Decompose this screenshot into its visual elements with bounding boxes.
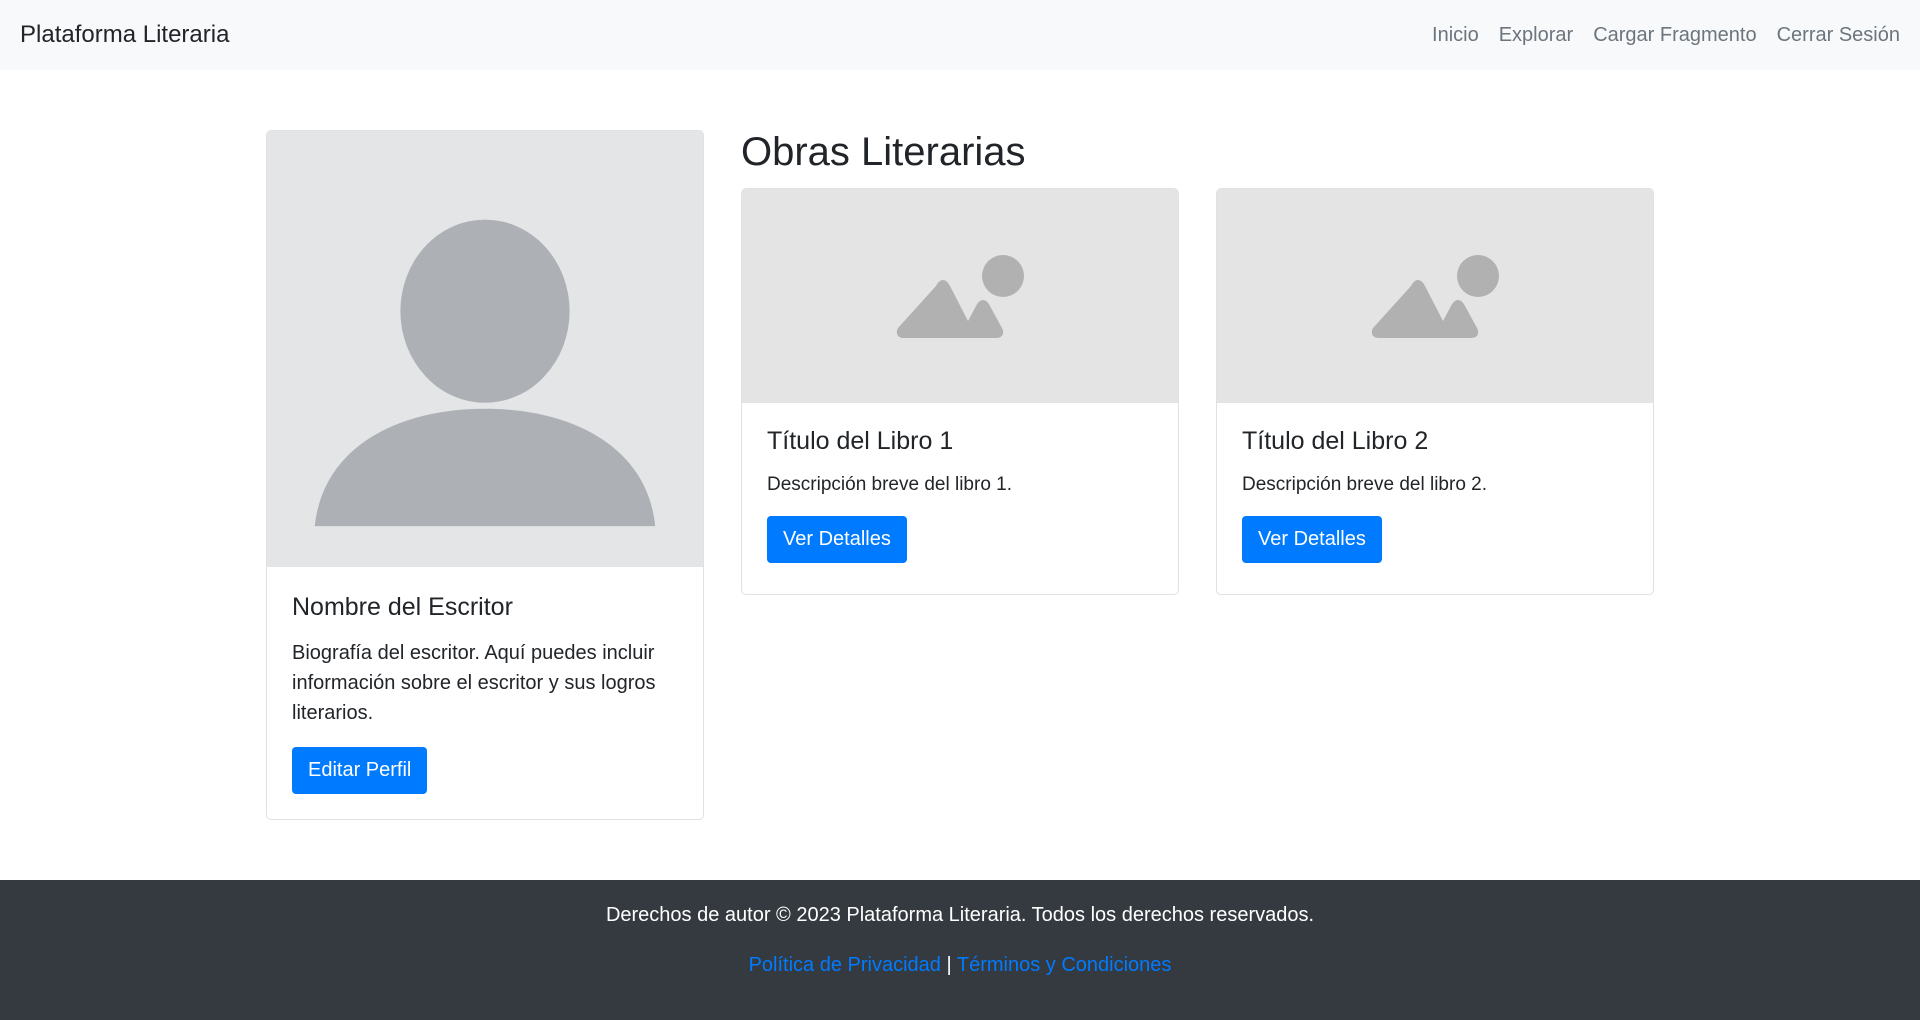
terms-link[interactable]: Términos y Condiciones (957, 954, 1172, 976)
footer: Derechos de autor © 2023 Plataforma Lite… (0, 880, 1920, 1020)
image-placeholder-icon (896, 255, 1024, 338)
profile-card: Nombre del Escritor Biografía del escrit… (266, 130, 704, 820)
book-image (742, 189, 1178, 403)
book-card: Título del Libro 1 Descripción breve del… (741, 188, 1179, 595)
writer-name: Nombre del Escritor (292, 593, 513, 621)
page: Plataforma Literaria Inicio Explorar Car… (0, 0, 1920, 1020)
image-placeholder-icon (1371, 255, 1499, 338)
view-details-button[interactable]: Ver Detalles (767, 516, 907, 563)
book-title: Título del Libro 1 (767, 427, 954, 455)
view-details-button[interactable]: Ver Detalles (1242, 516, 1382, 563)
nav-links: Inicio Explorar Cargar Fragmento Cerrar … (1432, 24, 1900, 47)
book-description: Descripción breve del libro 1. (767, 474, 1013, 495)
book-body: Título del Libro 2 Descripción breve del… (1217, 403, 1653, 587)
book-description: Descripción breve del libro 2. (1242, 474, 1488, 495)
privacy-policy-link[interactable]: Política de Privacidad (749, 954, 941, 976)
brand-link[interactable]: Plataforma Literaria (20, 21, 229, 49)
nav-link-inicio[interactable]: Inicio (1432, 24, 1479, 47)
footer-links: Política de Privacidad | Términos y Cond… (0, 954, 1920, 977)
book-body: Título del Libro 1 Descripción breve del… (742, 403, 1178, 587)
footer-copyright: Derechos de autor © 2023 Plataforma Lite… (605, 904, 1315, 926)
avatar (267, 131, 703, 567)
edit-profile-button[interactable]: Editar Perfil (292, 747, 428, 794)
navbar: Plataforma Literaria Inicio Explorar Car… (0, 0, 1920, 70)
book-title: Título del Libro 2 (1242, 427, 1429, 455)
user-avatar-placeholder-icon (314, 219, 656, 527)
book-image (1217, 189, 1653, 403)
profile-body: Nombre del Escritor Biografía del escrit… (267, 567, 703, 819)
nav-link-explorar[interactable]: Explorar (1499, 24, 1573, 47)
works-title: Obras Literarias (741, 130, 1026, 174)
footer-separator: | (946, 954, 952, 976)
book-card: Título del Libro 2 Descripción breve del… (1216, 188, 1654, 595)
writer-bio: Biografía del escritor. Aquí puedes incl… (292, 642, 656, 724)
nav-link-cargar-fragmento[interactable]: Cargar Fragmento (1593, 24, 1756, 47)
nav-link-cerrar-sesion[interactable]: Cerrar Sesión (1777, 24, 1900, 47)
